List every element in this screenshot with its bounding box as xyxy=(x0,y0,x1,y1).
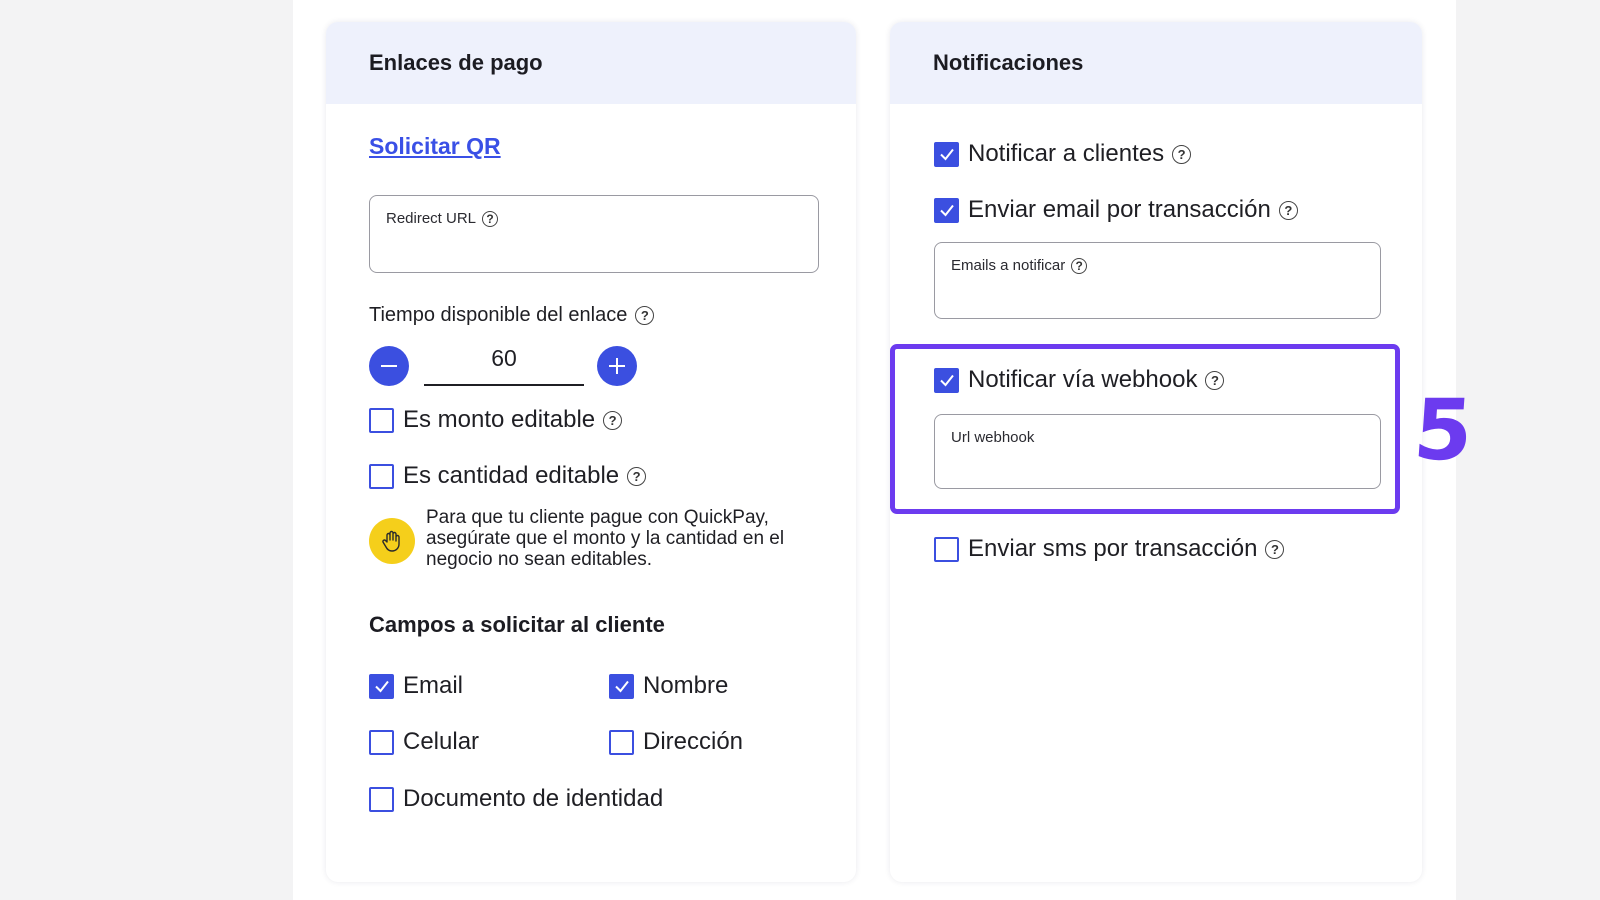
redirect-url-field[interactable]: Redirect URL ? xyxy=(369,195,819,273)
checkbox-unchecked-icon[interactable] xyxy=(934,536,959,562)
checkbox-unchecked-icon[interactable] xyxy=(609,729,634,755)
checkbox-unchecked-icon[interactable] xyxy=(369,729,394,755)
plus-icon xyxy=(609,358,625,374)
hand-stop-icon xyxy=(369,518,415,564)
request-qr-link[interactable]: Solicitar QR xyxy=(369,133,501,160)
field-name-checkbox[interactable]: Nombre xyxy=(609,672,728,700)
redirect-url-label: Redirect URL ? xyxy=(386,210,499,227)
help-icon[interactable]: ? xyxy=(1172,144,1192,164)
payment-links-header: Enlaces de pago xyxy=(326,22,856,104)
minus-icon xyxy=(381,365,397,367)
editable-quantity-checkbox[interactable]: Es cantidad editable? xyxy=(369,462,647,490)
fields-section-title: Campos a solicitar al cliente xyxy=(369,612,665,637)
link-time-label: Tiempo disponible del enlace ? xyxy=(369,304,655,327)
quickpay-note: Para que tu cliente pague con QuickPay, … xyxy=(426,507,785,570)
field-phone-checkbox[interactable]: Celular xyxy=(369,728,479,756)
checkbox-unchecked-icon[interactable] xyxy=(369,407,394,433)
checkbox-checked-icon[interactable] xyxy=(934,141,959,167)
field-id-document-checkbox[interactable]: Documento de identidad xyxy=(369,785,663,813)
checkbox-checked-icon[interactable] xyxy=(609,673,634,699)
notify-clients-checkbox[interactable]: Notificar a clientes? xyxy=(934,140,1192,168)
link-time-input[interactable]: 60 xyxy=(424,338,584,386)
notifications-title: Notificaciones xyxy=(933,50,1084,75)
help-icon[interactable]: ? xyxy=(627,466,647,486)
emails-to-notify-label: Emails a notificar ? xyxy=(951,257,1088,274)
help-icon[interactable]: ? xyxy=(1278,200,1298,220)
emails-to-notify-field[interactable]: Emails a notificar ? xyxy=(934,242,1381,319)
help-icon[interactable]: ? xyxy=(1071,257,1088,274)
sms-per-transaction-checkbox[interactable]: Enviar sms por transacción? xyxy=(934,535,1285,563)
help-icon[interactable]: ? xyxy=(1265,539,1285,559)
field-email-checkbox[interactable]: Email xyxy=(369,672,463,700)
notifications-header: Notificaciones xyxy=(890,22,1422,104)
payment-links-title: Enlaces de pago xyxy=(369,50,543,75)
decrement-button[interactable] xyxy=(369,346,409,386)
help-icon[interactable]: ? xyxy=(482,210,499,227)
step-number-annotation: 5 xyxy=(1410,381,1476,479)
checkbox-checked-icon[interactable] xyxy=(934,197,959,223)
checkbox-unchecked-icon[interactable] xyxy=(369,463,394,489)
help-icon[interactable]: ? xyxy=(603,410,623,430)
field-address-checkbox[interactable]: Dirección xyxy=(609,728,743,756)
increment-button[interactable] xyxy=(597,346,637,386)
checkbox-unchecked-icon[interactable] xyxy=(369,786,394,812)
webhook-highlight-box xyxy=(890,344,1400,514)
email-per-transaction-checkbox[interactable]: Enviar email por transacción? xyxy=(934,196,1298,224)
help-icon[interactable]: ? xyxy=(635,306,655,325)
editable-amount-checkbox[interactable]: Es monto editable? xyxy=(369,406,623,434)
checkbox-checked-icon[interactable] xyxy=(369,673,394,699)
